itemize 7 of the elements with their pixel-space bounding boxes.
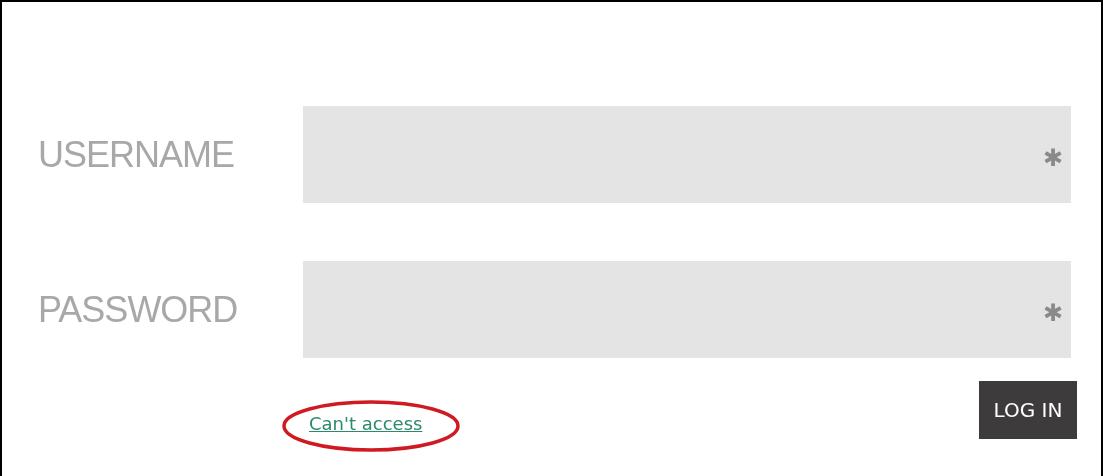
input-field[interactable]: ✱ [303, 106, 1071, 203]
input-field[interactable]: ✱ [303, 261, 1071, 358]
field-label: USERNAME [38, 133, 236, 176]
required-mark: ✱ [1042, 143, 1063, 172]
required-mark: ✱ [1042, 298, 1063, 327]
log-in-button[interactable]: LOG IN [979, 381, 1077, 439]
field-label: PASSWORD [38, 288, 239, 331]
